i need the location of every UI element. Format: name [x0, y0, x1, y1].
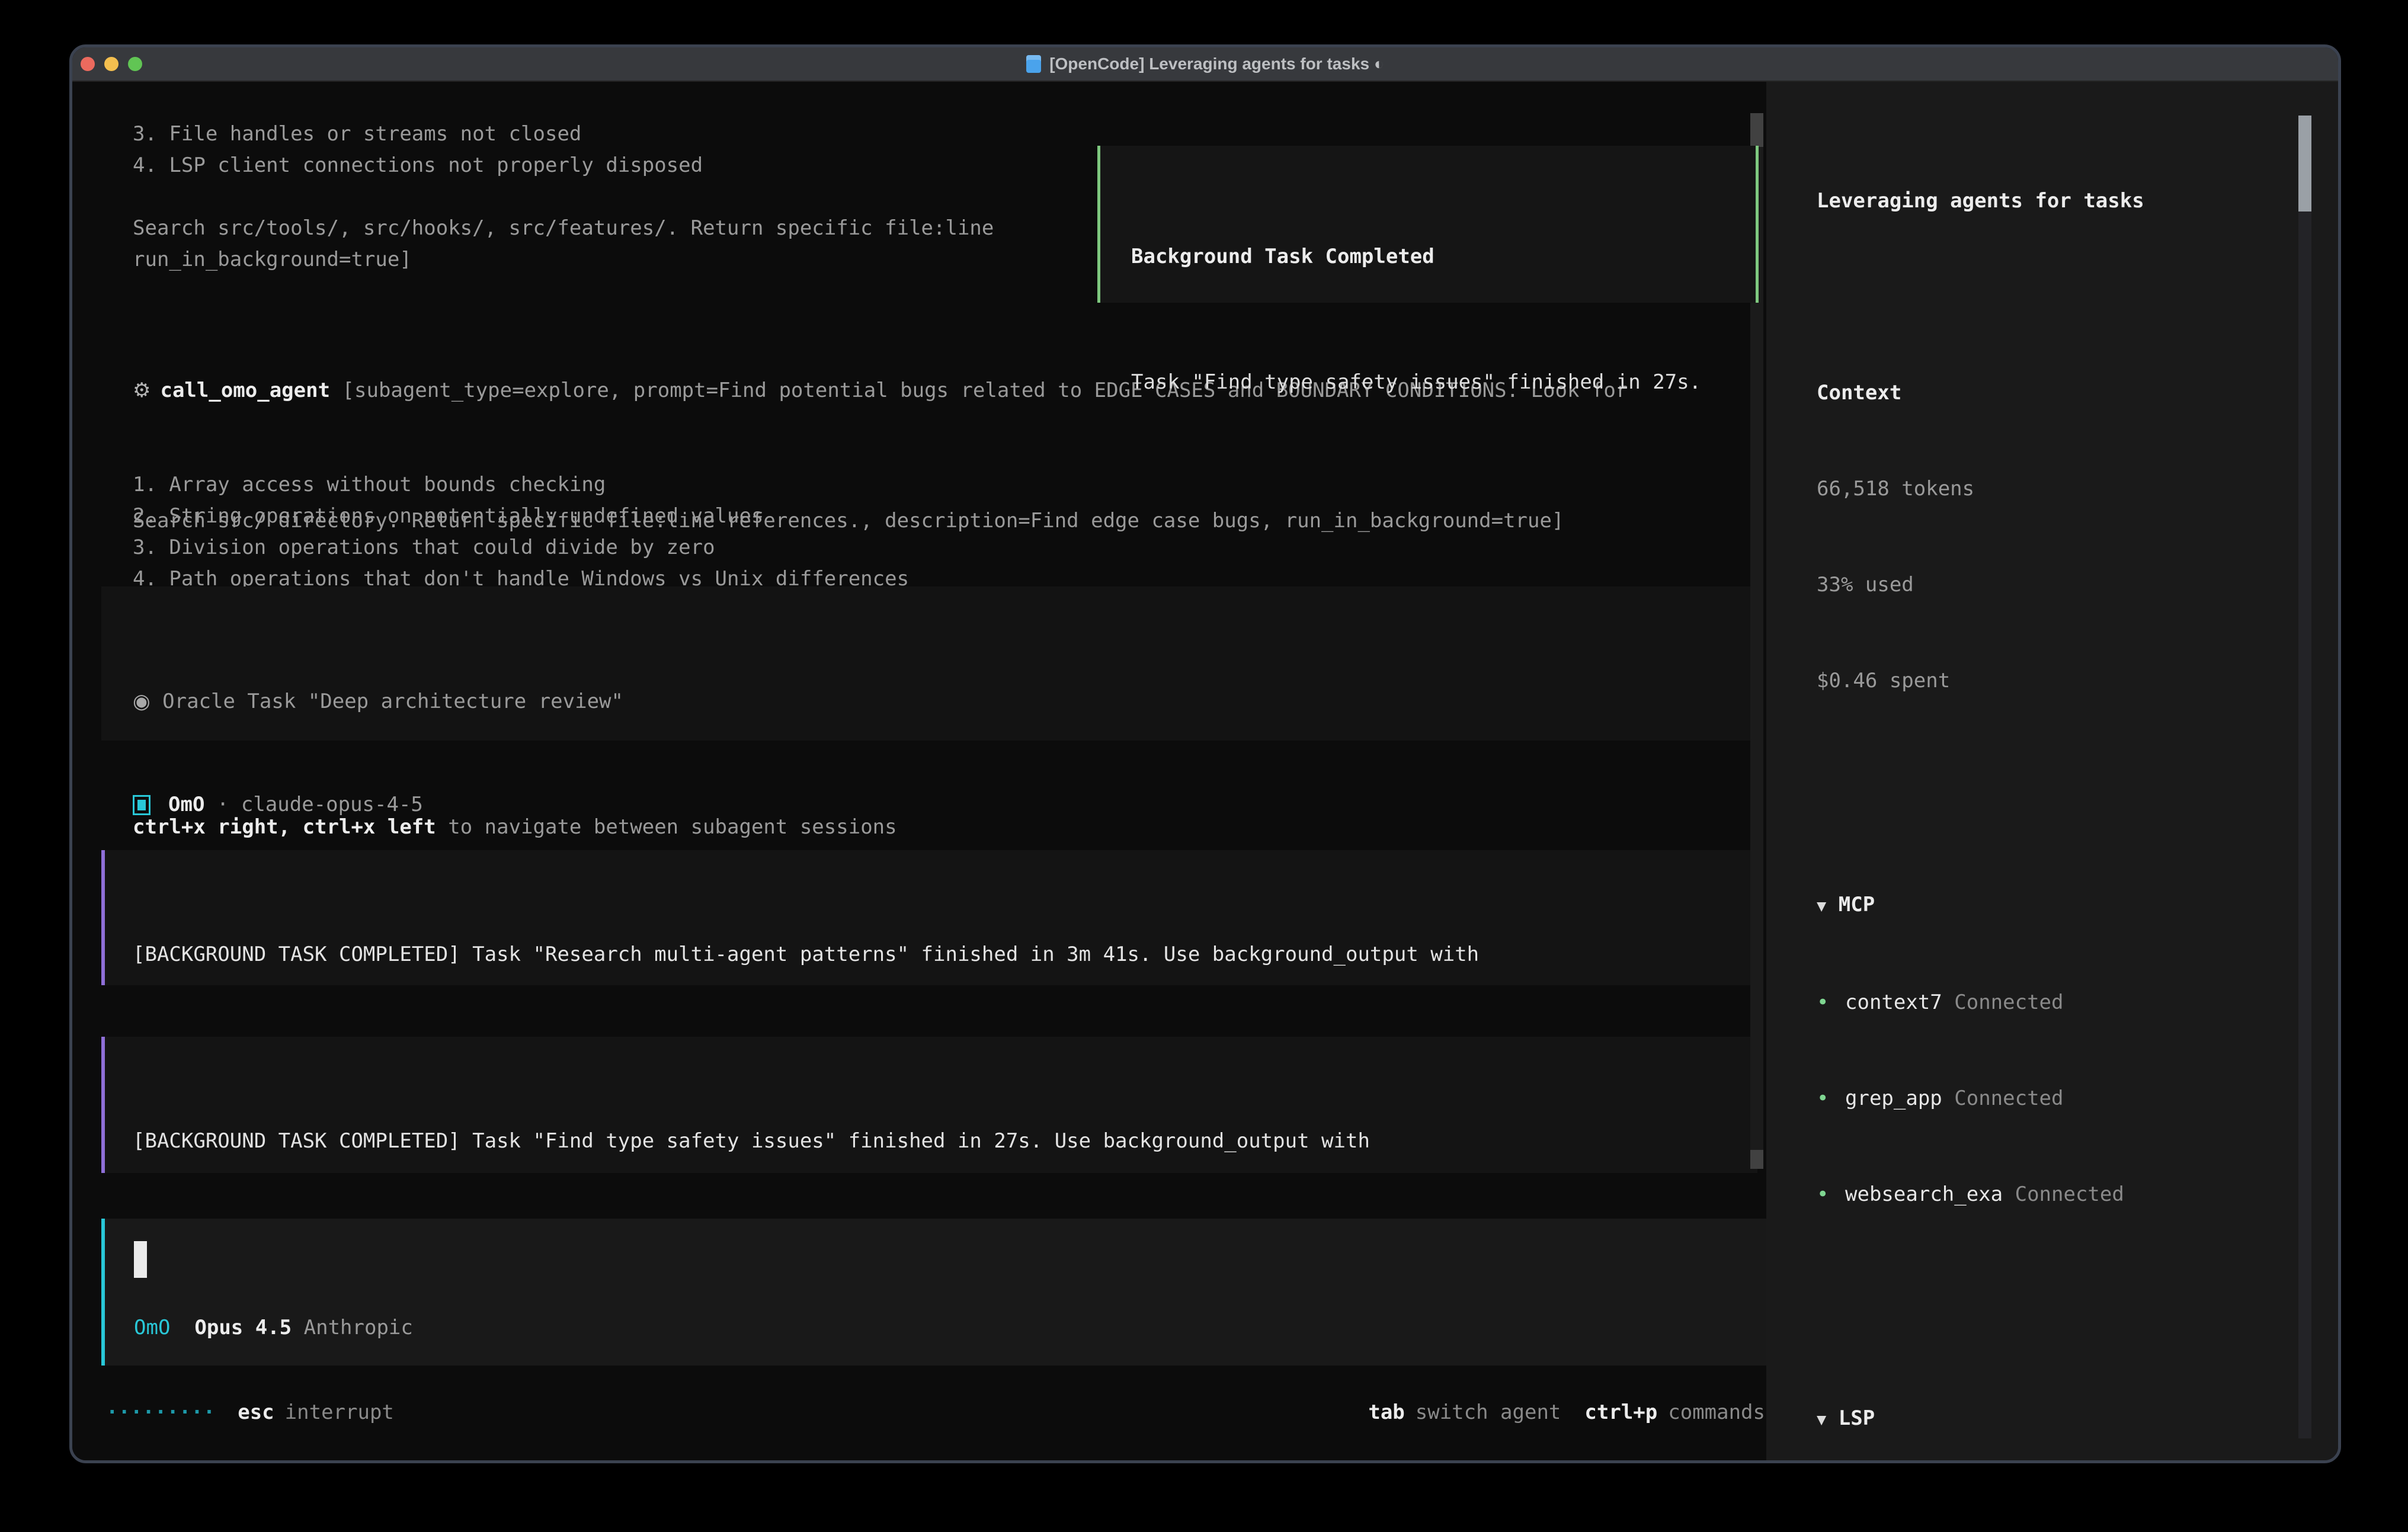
background-task-message: [BACKGROUND TASK COMPLETED] Task "Resear…: [101, 850, 1757, 985]
close-window-button[interactable]: [81, 57, 95, 71]
mcp-heading: MCP: [1839, 893, 1875, 916]
scrollbar-thumb-bottom[interactable]: [1750, 1150, 1763, 1169]
list-line: run_in_background=true]: [133, 244, 994, 275]
agent-name: OmO: [168, 789, 204, 821]
status-dot-icon: •: [1817, 1178, 1845, 1210]
status-bar: ········· esc interrupt tab switch agent ctr…: [106, 1397, 1765, 1428]
search-instruction-line: Search src/ directory. Return specific f…: [133, 505, 1564, 537]
text-cursor: [134, 1241, 147, 1278]
gear-icon: ⚙: [133, 379, 150, 402]
lsp-heading: LSP: [1839, 1406, 1875, 1430]
title-bar: [OpenCode] Leveraging agents for tasks ◐: [72, 47, 2338, 82]
window-document-icon: [1026, 55, 1041, 73]
input-mode-line[interactable]: OmO Opus 4.5 Anthropic: [134, 1312, 413, 1344]
input-model-name[interactable]: Opus 4.5: [194, 1316, 292, 1339]
sidebar-scrollbar-thumb[interactable]: [2298, 116, 2311, 211]
list-line: Search src/tools/, src/hooks/, src/featu…: [133, 213, 994, 244]
input-provider-name: Anthropic: [304, 1316, 413, 1339]
mcp-status: Connected: [1954, 1086, 2063, 1110]
traffic-lights: [81, 47, 142, 81]
status-right: tab switch agent ctrl+p commands: [1346, 1397, 1765, 1428]
mcp-name: grep_app: [1845, 1086, 1942, 1110]
list-line: [133, 181, 994, 213]
mcp-status: Connected: [2015, 1182, 2124, 1206]
hint-text: to navigate between subagent sessions: [436, 815, 897, 839]
section-lsp[interactable]: ▼ LSP: [1817, 1402, 2339, 1436]
mcp-name: websearch_exa: [1845, 1182, 2003, 1206]
section-mcp[interactable]: ▼ MCP: [1817, 889, 2339, 922]
oracle-task-card[interactable]: ◉ Oracle Task "Deep architecture review"…: [101, 586, 1757, 741]
tab-key-label: switch agent: [1416, 1400, 1561, 1424]
mcp-item: •grep_app Connected: [1817, 1082, 2339, 1114]
context-used: 33% used: [1817, 569, 2339, 601]
notification-body: Task "Find type safety issues" finished …: [1131, 367, 1756, 398]
task-message-line1: [BACKGROUND TASK COMPLETED] Task "Resear…: [133, 939, 1757, 970]
ctrl-p-key-hint: ctrl+p: [1584, 1400, 1657, 1424]
agent-square-icon: [133, 795, 150, 815]
list-line: 1. Array access without bounds checking: [133, 469, 1750, 501]
input-agent-name[interactable]: OmO: [134, 1316, 170, 1339]
record-icon: ◉: [133, 690, 150, 713]
spinner-dots-icon: ·········: [106, 1400, 215, 1424]
agent-model-line: OmO · claude-opus-4-5: [133, 789, 423, 821]
status-dot-icon: •: [1817, 986, 1845, 1018]
context-heading: Context: [1817, 377, 2339, 409]
ctrl-p-key-label: commands: [1668, 1400, 1765, 1424]
status-left: ········· esc interrupt: [106, 1397, 394, 1428]
esc-key-label: interrupt: [285, 1400, 394, 1424]
collapse-triangle-icon[interactable]: ▼: [1817, 897, 1826, 915]
notification-title: Background Task Completed: [1131, 241, 1756, 273]
tool-call-name: call_omo_agent: [160, 379, 330, 402]
mcp-status: Connected: [1954, 991, 2063, 1014]
session-title: Leveraging agents for tasks: [1817, 185, 2339, 217]
collapse-triangle-icon[interactable]: ▼: [1817, 1411, 1826, 1429]
prompt-input[interactable]: OmO Opus 4.5 Anthropic: [101, 1219, 1766, 1366]
context-tokens: 66,518 tokens: [1817, 473, 2339, 505]
sidebar-pane: Leveraging agents for tasks Context 66,5…: [1766, 82, 2339, 1460]
agent-model: claude-opus-4-5: [241, 789, 423, 821]
list-line: 4. LSP client connections not properly d…: [133, 150, 994, 181]
context-spent: $0.46 spent: [1817, 665, 2339, 697]
scrollbar-thumb-top[interactable]: [1750, 113, 1763, 147]
sidebar-scrollbar[interactable]: [2298, 116, 2311, 1438]
minimize-window-button[interactable]: [104, 57, 119, 71]
task-message-line1: [BACKGROUND TASK COMPLETED] Task "Find t…: [133, 1126, 1757, 1157]
oracle-task-title-line: ◉ Oracle Task "Deep architecture review": [133, 686, 1757, 717]
window-title: [OpenCode] Leveraging agents for tasks ◐: [1049, 55, 1384, 73]
terminal-pane: 3. File handles or streams not closed4. …: [72, 82, 1766, 1460]
status-dot-icon: •: [1817, 1082, 1845, 1114]
background-task-message: [BACKGROUND TASK COMPLETED] Task "Find t…: [101, 1037, 1757, 1173]
zoom-window-button[interactable]: [128, 57, 142, 71]
notification-toast: Background Task Completed Task "Find typ…: [1097, 146, 1759, 303]
mcp-item: •context7 Connected: [1817, 986, 2339, 1018]
separator-dot: ·: [204, 789, 241, 821]
mcp-name: context7: [1845, 991, 1942, 1014]
app-window: [OpenCode] Leveraging agents for tasks ◐…: [69, 44, 2341, 1463]
tab-key-hint: tab: [1368, 1400, 1404, 1424]
esc-key-hint: esc: [238, 1400, 274, 1424]
list-line: 3. File handles or streams not closed: [133, 118, 994, 150]
session-log-intro: 3. File handles or streams not closed4. …: [133, 118, 994, 275]
mcp-item: •websearch_exa Connected: [1817, 1178, 2339, 1210]
oracle-task-title: Oracle Task "Deep architecture review": [150, 690, 623, 713]
